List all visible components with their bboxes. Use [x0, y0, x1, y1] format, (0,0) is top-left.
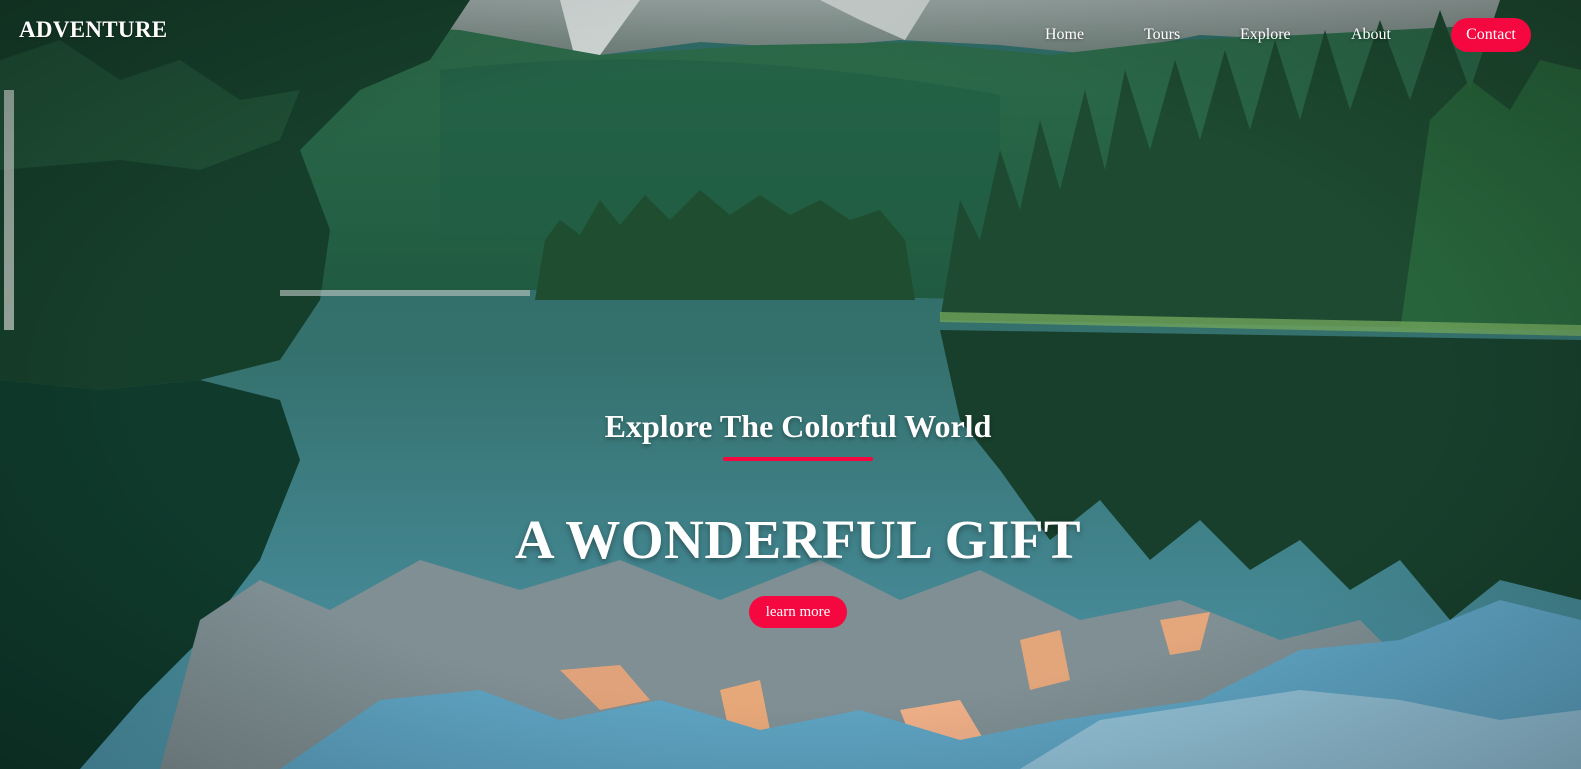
- nav-link-explore[interactable]: Explore: [1240, 26, 1291, 44]
- contact-button[interactable]: Contact: [1451, 18, 1531, 52]
- nav-link-about[interactable]: About: [1351, 26, 1391, 44]
- hero-section: ADVENTURE Home Tours Explore About Conta…: [0, 0, 1581, 769]
- hero-headline: A WONDERFUL GIFT: [514, 509, 1082, 570]
- hero-tagline: Explore The Colorful World: [604, 408, 992, 444]
- brand-logo[interactable]: ADVENTURE: [19, 17, 167, 43]
- top-navbar: ADVENTURE Home Tours Explore About Conta…: [0, 0, 1581, 70]
- tagline-underline: [723, 457, 873, 461]
- learn-more-button[interactable]: learn more: [749, 596, 847, 628]
- hero-background-image: [0, 0, 1581, 769]
- nav-link-home[interactable]: Home: [1045, 26, 1084, 44]
- nav-link-tours[interactable]: Tours: [1144, 26, 1180, 44]
